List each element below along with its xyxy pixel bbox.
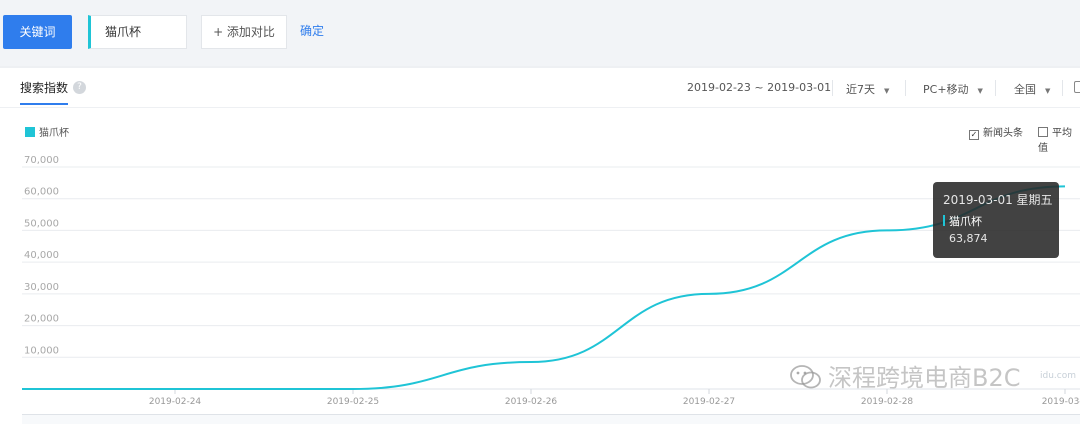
x-tick-label: 2019-02-24 bbox=[149, 397, 202, 407]
tooltip-date: 2019-03-01 星期五 bbox=[943, 193, 1053, 207]
x-tick-label: 2019-02-27 bbox=[683, 397, 735, 407]
tooltip-series: 猫爪杯 bbox=[943, 213, 1049, 229]
y-tick-label: 60,000 bbox=[24, 187, 59, 198]
y-tick-label: 40,000 bbox=[24, 250, 59, 261]
x-tick-label: 2019-02-26 bbox=[505, 397, 558, 407]
tooltip-value: 63,874 bbox=[949, 232, 988, 245]
watermark-text: 深程跨境电商B2C bbox=[828, 364, 1021, 392]
y-tick-label: 20,000 bbox=[24, 314, 59, 325]
x-tick-label: 2019-03-0 bbox=[1042, 397, 1080, 407]
watermark-site: idu.com bbox=[1040, 371, 1076, 381]
y-tick-label: 30,000 bbox=[24, 282, 59, 293]
wechat-icon bbox=[790, 365, 821, 389]
watermark: 深程跨境电商B2C bbox=[790, 358, 1021, 393]
timeline-strip[interactable] bbox=[22, 414, 1080, 424]
y-tick-label: 50,000 bbox=[24, 218, 59, 229]
tooltip-series-name: 猫爪杯 bbox=[949, 215, 982, 228]
y-tick-label: 70,000 bbox=[24, 155, 59, 166]
y-tick-label: 10,000 bbox=[24, 345, 59, 356]
chart-tooltip: 2019-03-01 星期五 猫爪杯 63,874 bbox=[933, 182, 1059, 258]
x-tick-label: 2019-02-25 bbox=[327, 397, 379, 407]
x-tick-label: 2019-02-28 bbox=[861, 397, 914, 407]
tooltip-series-marker bbox=[943, 215, 945, 226]
